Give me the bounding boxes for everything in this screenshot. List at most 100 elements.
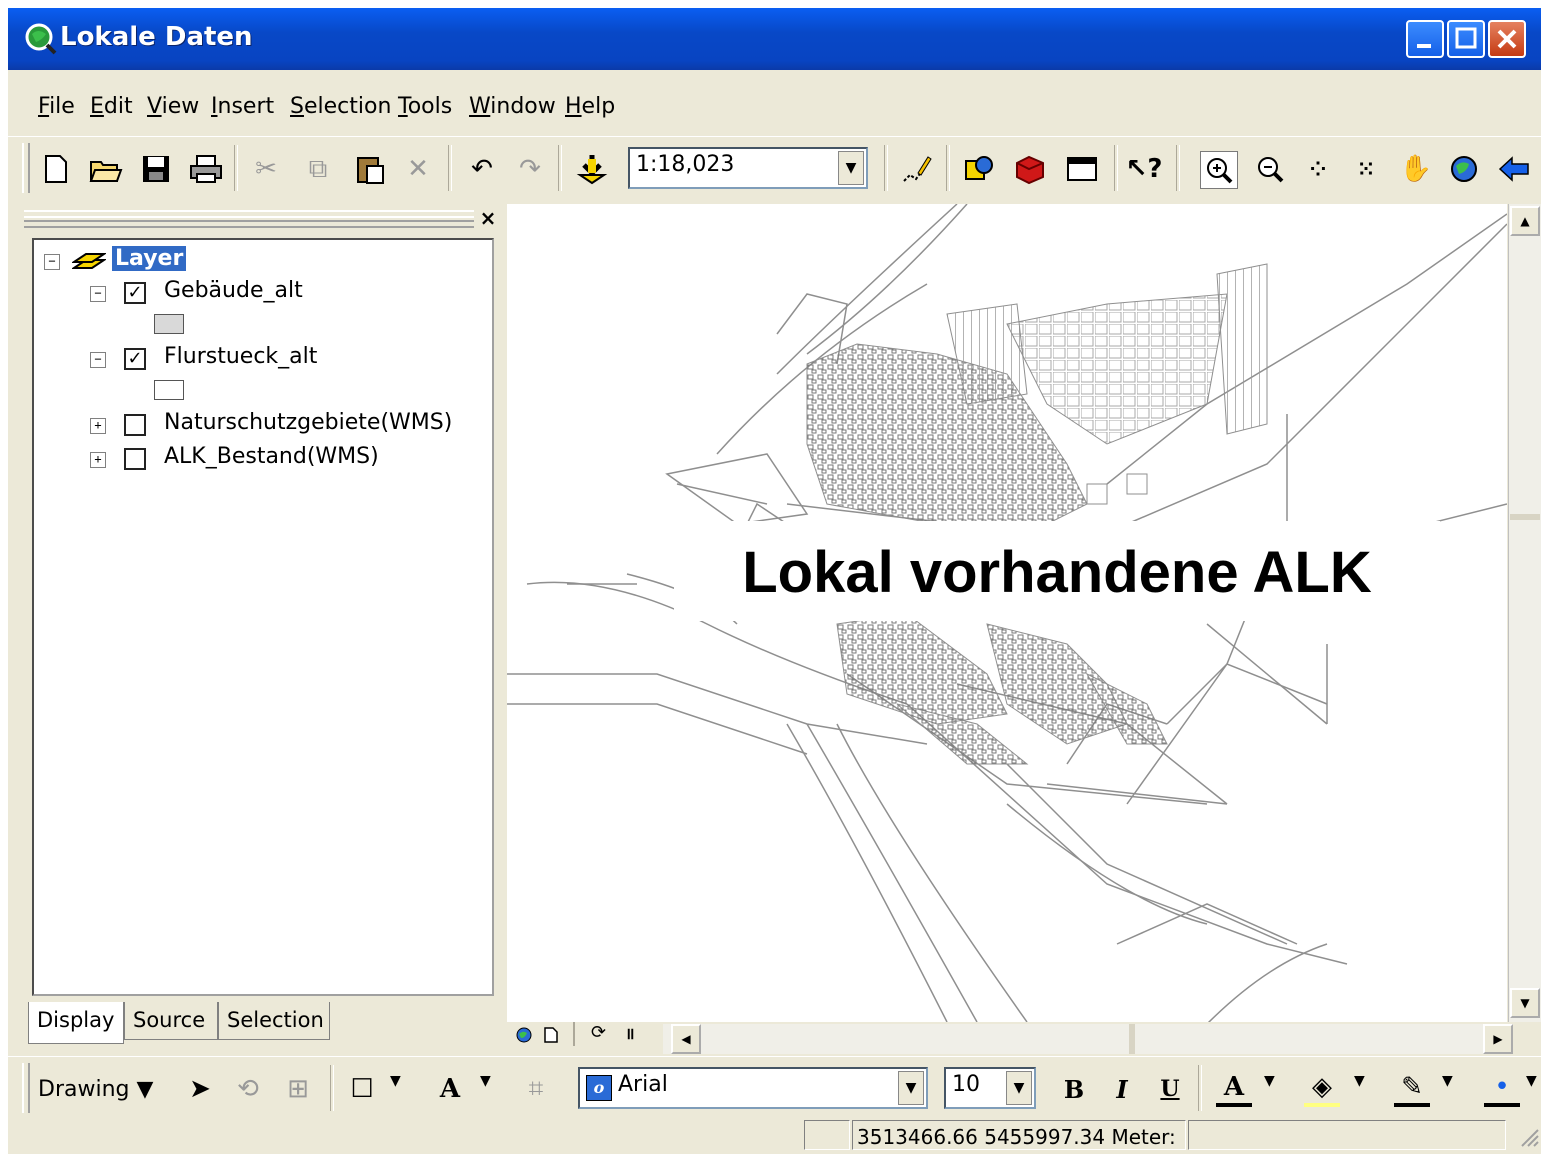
layer-symbol-swatch[interactable] (154, 314, 184, 334)
map-scale-combo[interactable]: 1:18,023 ▼ (628, 147, 868, 189)
pan-icon[interactable]: ✋ (1398, 151, 1434, 187)
menu-view[interactable]: View (147, 94, 199, 119)
collapse-icon[interactable]: − (90, 352, 106, 368)
map-horizontal-scrollbar[interactable]: ◀ ▶ (663, 1024, 1513, 1054)
title-bar[interactable]: Lokale Daten (8, 8, 1541, 70)
rectangle-tool-icon[interactable]: ☐ (344, 1071, 380, 1107)
save-icon[interactable] (138, 151, 174, 187)
new-document-icon[interactable] (38, 151, 74, 187)
open-folder-icon[interactable] (88, 151, 124, 187)
fill-color-icon[interactable]: ◈ (1304, 1071, 1340, 1107)
menu-help[interactable]: Help (565, 94, 615, 119)
fixed-zoom-in-icon[interactable]: ⁘ (1300, 151, 1336, 187)
add-data-icon[interactable] (574, 151, 610, 187)
chevron-down-icon[interactable]: ▼ (1354, 1073, 1365, 1089)
layout-view-page-icon[interactable] (543, 1026, 559, 1044)
cut-icon[interactable]: ✂ (248, 151, 284, 187)
toc-title-grip[interactable] (24, 210, 474, 228)
close-button[interactable] (1488, 20, 1526, 58)
scroll-left-icon[interactable]: ◀ (671, 1024, 701, 1054)
edit-vertices-icon[interactable]: ⌗ (518, 1071, 554, 1107)
layer-name[interactable]: Gebäude_alt (164, 278, 303, 303)
layer-name[interactable]: Naturschutzgebiete(WMS) (164, 410, 452, 435)
collapse-icon[interactable]: − (44, 254, 60, 270)
paste-icon[interactable] (352, 151, 388, 187)
toolbar-grip[interactable] (22, 143, 30, 193)
menu-window[interactable]: Window (469, 94, 556, 119)
layer-symbol-swatch[interactable] (154, 380, 184, 400)
command-line-icon[interactable] (1064, 151, 1100, 187)
chevron-down-icon[interactable]: ▼ (1526, 1073, 1537, 1089)
drawing-menu-button[interactable]: Drawing ▼ (38, 1077, 153, 1102)
tab-selection[interactable]: Selection (218, 1002, 330, 1040)
minimize-button[interactable] (1406, 20, 1444, 58)
zoom-out-icon[interactable] (1252, 151, 1288, 187)
chevron-down-icon[interactable]: ▼ (898, 1071, 924, 1105)
underline-icon[interactable]: U (1152, 1071, 1188, 1107)
toolbar-grip[interactable] (22, 1063, 30, 1113)
chevron-down-icon[interactable]: ▼ (1006, 1071, 1032, 1105)
scroll-up-icon[interactable]: ▲ (1510, 206, 1540, 236)
chevron-down-icon[interactable]: ▼ (1442, 1073, 1453, 1089)
line-color-icon[interactable]: ✎ (1394, 1071, 1430, 1107)
layer-name[interactable]: Flurstueck_alt (164, 344, 317, 369)
resize-grip-icon[interactable] (1516, 1124, 1540, 1148)
bold-icon[interactable]: B (1056, 1071, 1092, 1107)
scroll-down-icon[interactable]: ▼ (1510, 988, 1540, 1018)
chevron-down-icon[interactable]: ▼ (838, 151, 864, 185)
layer-visibility-checkbox[interactable]: ✓ (124, 282, 146, 304)
font-size-combo[interactable]: 10 ▼ (944, 1067, 1036, 1109)
undo-icon[interactable]: ↶ (464, 151, 500, 187)
scroll-thumb[interactable] (1129, 1024, 1135, 1054)
redo-icon[interactable]: ↷ (512, 151, 548, 187)
chevron-down-icon[interactable]: ▼ (390, 1073, 401, 1089)
rotate-icon[interactable]: ⟲ (230, 1071, 266, 1107)
menu-file[interactable]: File (38, 94, 75, 119)
copy-icon[interactable]: ⧉ (300, 151, 336, 187)
layer-visibility-checkbox[interactable] (124, 414, 146, 436)
select-elements-arrow-icon[interactable]: ➤ (182, 1071, 218, 1107)
layer-visibility-checkbox[interactable]: ✓ (124, 348, 146, 370)
editor-toolbar-icon[interactable] (898, 151, 934, 187)
zoom-to-selected-icon[interactable]: ⊞ (280, 1071, 316, 1107)
print-icon[interactable] (188, 151, 224, 187)
full-extent-icon[interactable] (1446, 151, 1482, 187)
layer-name[interactable]: ALK_Bestand(WMS) (164, 444, 379, 469)
close-icon (1497, 29, 1517, 49)
whats-this-help-icon[interactable]: ↖? (1126, 151, 1163, 187)
chevron-down-icon[interactable]: ▼ (480, 1073, 491, 1089)
font-name-combo[interactable]: o Arial ▼ (578, 1067, 928, 1109)
tab-source[interactable]: Source (124, 1002, 218, 1040)
zoom-in-icon[interactable] (1200, 151, 1238, 189)
map-vertical-scrollbar[interactable]: ▲ ▼ (1508, 204, 1541, 1022)
refresh-icon[interactable]: ⟳ (591, 1022, 606, 1043)
collapse-icon[interactable]: − (90, 286, 106, 302)
arctoolbox-icon[interactable] (1012, 151, 1048, 187)
toc-root-label[interactable]: Layer (112, 246, 187, 271)
arccatalog-icon[interactable] (960, 151, 996, 187)
expand-icon[interactable]: + (90, 452, 106, 468)
opentype-font-icon: o (586, 1075, 612, 1101)
delete-icon[interactable]: ✕ (400, 151, 436, 187)
expand-icon[interactable]: + (90, 418, 106, 434)
layer-visibility-checkbox[interactable] (124, 448, 146, 470)
marker-color-icon[interactable]: • (1484, 1071, 1520, 1107)
menu-selection[interactable]: Selection (290, 94, 391, 119)
menu-edit[interactable]: Edit (90, 94, 133, 119)
menu-tools[interactable]: Tools (398, 94, 452, 119)
new-text-icon[interactable]: A (432, 1071, 468, 1107)
scroll-right-icon[interactable]: ▶ (1483, 1024, 1513, 1054)
table-of-contents: × − Layer − ✓ Gebäude_alt − ✓ Flurstueck… (8, 200, 506, 1046)
scroll-thumb[interactable] (1510, 514, 1540, 520)
back-arrow-icon[interactable] (1496, 151, 1532, 187)
maximize-button[interactable] (1447, 20, 1485, 58)
chevron-down-icon[interactable]: ▼ (1264, 1073, 1275, 1089)
data-view-globe-icon[interactable] (515, 1026, 533, 1044)
pause-drawing-icon[interactable]: ॥ (625, 1022, 635, 1044)
fixed-zoom-out-icon[interactable]: ⁙ (1348, 151, 1384, 187)
italic-icon[interactable]: I (1104, 1071, 1140, 1107)
tab-display[interactable]: Display (28, 1002, 124, 1044)
font-color-icon[interactable]: A (1216, 1071, 1252, 1107)
toc-close-icon[interactable]: × (476, 206, 500, 230)
menu-insert[interactable]: Insert (211, 94, 274, 119)
